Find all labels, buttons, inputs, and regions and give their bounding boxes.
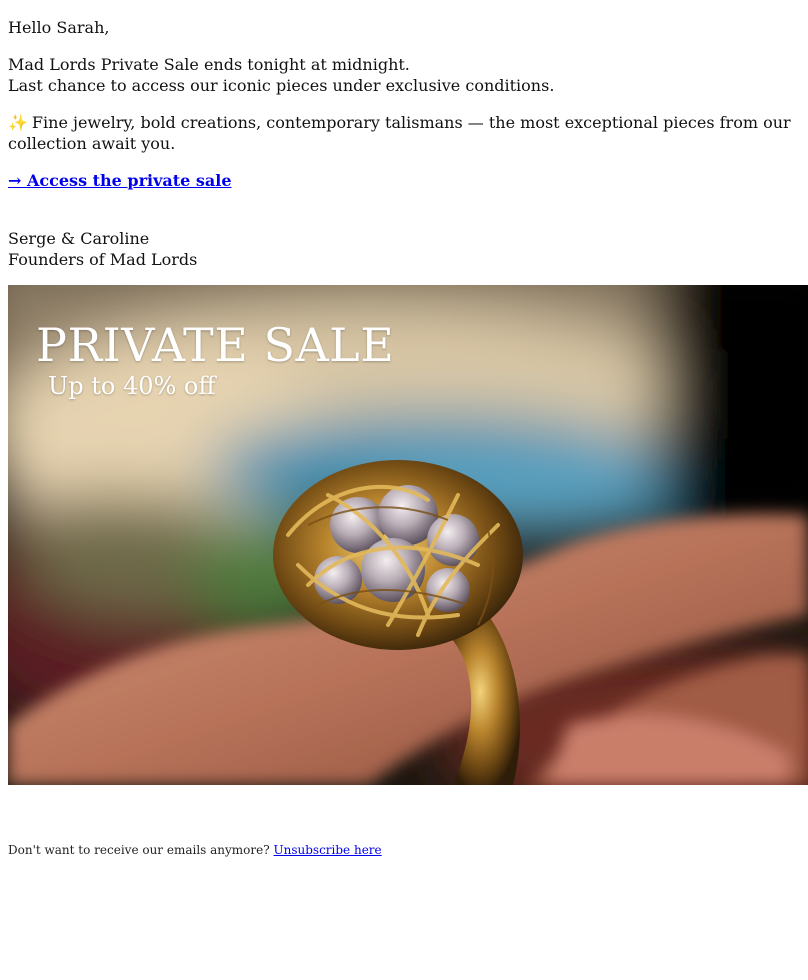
teaser-paragraph: ✨ Fine jewelry, bold creations, contempor… <box>8 112 798 154</box>
hero-banner-image[interactable]: PRIVATE SALE Up to 40% off <box>8 285 808 785</box>
signoff: Serge & Caroline Founders of Mad Lords <box>8 228 197 270</box>
hero-subtitle: Up to 40% off <box>48 372 216 400</box>
footer-text: Don't want to receive our emails anymore… <box>8 843 270 857</box>
hero-title: PRIVATE SALE <box>36 318 395 372</box>
teaser-text: Fine jewelry, bold creations, contempora… <box>8 113 791 153</box>
intro-paragraph: Mad Lords Private Sale ends tonight at m… <box>8 54 554 96</box>
signoff-role: Founders of Mad Lords <box>8 250 198 269</box>
signoff-names: Serge & Caroline <box>8 229 150 248</box>
footer-unsubscribe: Don't want to receive our emails anymore… <box>8 842 382 858</box>
greeting-text: Hello Sarah, <box>8 18 110 37</box>
unsubscribe-link[interactable]: Unsubscribe here <box>274 843 382 857</box>
intro-line-1: Mad Lords Private Sale ends tonight at m… <box>8 55 410 74</box>
sparkles-icon: ✨ <box>8 113 28 132</box>
access-private-sale-link[interactable]: → Access the private sale <box>8 170 232 191</box>
intro-line-2: Last chance to access our iconic pieces … <box>8 76 555 95</box>
